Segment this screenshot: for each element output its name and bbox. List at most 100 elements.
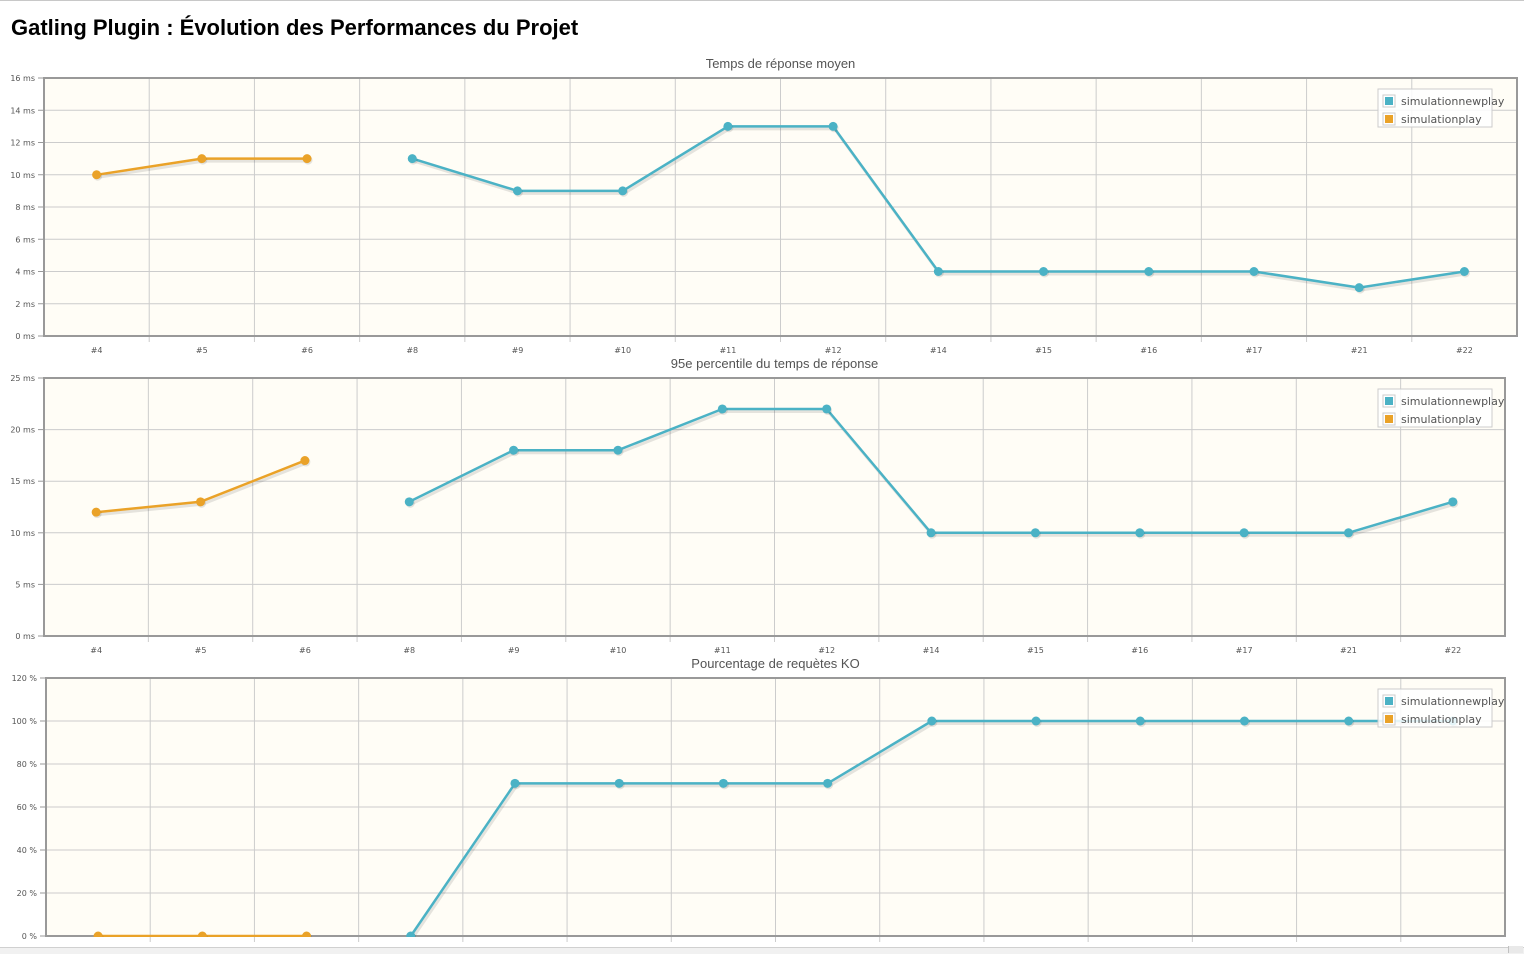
x-tick-label: #16 bbox=[1140, 346, 1157, 355]
legend-label: simulationplay bbox=[1401, 113, 1482, 126]
data-point[interactable] bbox=[510, 778, 520, 788]
legend-swatch-simulationnewplay bbox=[1385, 397, 1393, 405]
y-tick-label: 4 ms bbox=[15, 268, 35, 277]
x-tick-label: #9 bbox=[512, 346, 524, 355]
legend-label: simulationplay bbox=[1401, 413, 1482, 426]
x-tick-label: #15 bbox=[1035, 346, 1052, 355]
data-point[interactable] bbox=[613, 445, 623, 455]
legend-label: simulationnewplay bbox=[1401, 395, 1505, 408]
data-point[interactable] bbox=[197, 154, 207, 164]
legend-swatch-simulationplay bbox=[1385, 415, 1393, 423]
data-point[interactable] bbox=[302, 154, 312, 164]
data-point[interactable] bbox=[92, 170, 102, 180]
x-tick-label: #5 bbox=[196, 346, 208, 355]
data-point[interactable] bbox=[1135, 716, 1145, 726]
data-point[interactable] bbox=[1459, 267, 1469, 276]
y-tick-label: 60 % bbox=[17, 803, 38, 812]
data-point[interactable] bbox=[512, 186, 522, 196]
data-point[interactable] bbox=[302, 931, 312, 941]
legend-label: simulationplay bbox=[1401, 713, 1482, 726]
y-tick-label: 15 ms bbox=[10, 477, 35, 486]
legend: simulationnewplay simulationplay bbox=[1377, 688, 1505, 728]
data-point[interactable] bbox=[1144, 267, 1154, 276]
y-tick-label: 80 % bbox=[17, 760, 38, 769]
data-point[interactable] bbox=[718, 778, 728, 788]
x-tick-label: #17 bbox=[1236, 646, 1253, 655]
x-tick-label: #10 bbox=[610, 646, 627, 655]
y-tick-label: 8 ms bbox=[15, 203, 35, 212]
data-point[interactable] bbox=[196, 497, 206, 507]
data-point[interactable] bbox=[1030, 528, 1040, 538]
x-tick-label: #6 bbox=[301, 346, 313, 355]
legend-swatch-simulationplay bbox=[1385, 715, 1393, 723]
data-point[interactable] bbox=[717, 404, 727, 414]
data-point[interactable] bbox=[926, 528, 936, 538]
y-tick-label: 10 ms bbox=[10, 171, 35, 180]
legend-label: simulationnewplay bbox=[1401, 95, 1505, 108]
data-point[interactable] bbox=[1249, 267, 1259, 276]
chart-title: 95e percentile du temps de réponse bbox=[671, 356, 878, 371]
data-point[interactable] bbox=[1135, 528, 1145, 538]
data-point[interactable] bbox=[91, 507, 101, 517]
y-tick-label: 0 % bbox=[22, 932, 38, 941]
resize-corner[interactable] bbox=[1508, 946, 1523, 953]
y-tick-label: 25 ms bbox=[10, 374, 35, 383]
x-tick-label: #8 bbox=[406, 346, 418, 355]
data-point[interactable] bbox=[509, 445, 519, 455]
data-point[interactable] bbox=[933, 267, 943, 276]
data-point[interactable] bbox=[406, 931, 416, 941]
y-tick-label: 20 % bbox=[17, 889, 38, 898]
data-point[interactable] bbox=[300, 456, 310, 466]
data-point[interactable] bbox=[927, 716, 937, 726]
y-tick-label: 5 ms bbox=[15, 580, 35, 589]
data-point[interactable] bbox=[1343, 528, 1353, 538]
data-point[interactable] bbox=[1239, 528, 1249, 538]
legend-swatch-simulationnewplay bbox=[1385, 97, 1393, 105]
legend: simulationnewplay simulationplay bbox=[1377, 388, 1505, 428]
data-point[interactable] bbox=[723, 121, 733, 131]
x-tick-label: #12 bbox=[825, 346, 842, 355]
legend-swatch-simulationplay bbox=[1385, 115, 1393, 123]
y-tick-label: 12 ms bbox=[10, 139, 35, 148]
data-point[interactable] bbox=[614, 778, 624, 788]
data-point[interactable] bbox=[1031, 716, 1041, 726]
y-tick-label: 0 ms bbox=[15, 632, 35, 641]
data-point[interactable] bbox=[1239, 716, 1249, 726]
x-tick-label: #5 bbox=[195, 646, 207, 655]
data-point[interactable] bbox=[823, 778, 833, 788]
y-tick-label: 120 % bbox=[12, 674, 38, 683]
x-tick-label: #14 bbox=[923, 646, 940, 655]
data-point[interactable] bbox=[828, 121, 838, 131]
x-tick-label: #11 bbox=[714, 646, 731, 655]
x-tick-label: #8 bbox=[403, 646, 415, 655]
data-point[interactable] bbox=[618, 186, 628, 196]
y-tick-label: 100 % bbox=[12, 717, 38, 726]
data-point[interactable] bbox=[822, 404, 832, 414]
x-tick-label: #22 bbox=[1444, 646, 1461, 655]
legend: simulationnewplay simulationplay bbox=[1377, 88, 1505, 128]
x-tick-label: #10 bbox=[614, 346, 631, 355]
data-point[interactable] bbox=[1354, 283, 1364, 293]
x-tick-label: #4 bbox=[91, 346, 103, 355]
data-point[interactable] bbox=[407, 154, 417, 164]
data-point[interactable] bbox=[197, 931, 207, 941]
legend-label: simulationnewplay bbox=[1401, 695, 1505, 708]
x-tick-label: #12 bbox=[818, 646, 835, 655]
y-tick-label: 20 ms bbox=[10, 426, 35, 435]
legend-swatch-simulationnewplay bbox=[1385, 697, 1393, 705]
data-point[interactable] bbox=[1039, 267, 1049, 276]
charts-canvas: Temps de réponse moyen 0 ms 2 ms 4 ms 6 ms 8 … bbox=[10, 56, 1518, 953]
data-point[interactable] bbox=[1448, 497, 1458, 507]
chart-2: 95e percentile du temps de réponse 0 ms 5 … bbox=[10, 356, 1506, 655]
data-point[interactable] bbox=[404, 497, 414, 507]
y-tick-label: 6 ms bbox=[15, 235, 35, 244]
data-point[interactable] bbox=[1344, 716, 1354, 726]
x-tick-label: #21 bbox=[1351, 346, 1368, 355]
x-tick-label: #22 bbox=[1456, 346, 1473, 355]
y-tick-label: 40 % bbox=[17, 846, 38, 855]
chart-title: Pourcentage de requètes KO bbox=[691, 656, 859, 671]
data-point[interactable] bbox=[93, 931, 103, 941]
x-tick-label: #17 bbox=[1246, 346, 1263, 355]
chart-3: Pourcentage de requètes KO 0 % 20 % 40 % 60 … bbox=[12, 656, 1506, 953]
chart-title: Temps de réponse moyen bbox=[706, 56, 856, 71]
